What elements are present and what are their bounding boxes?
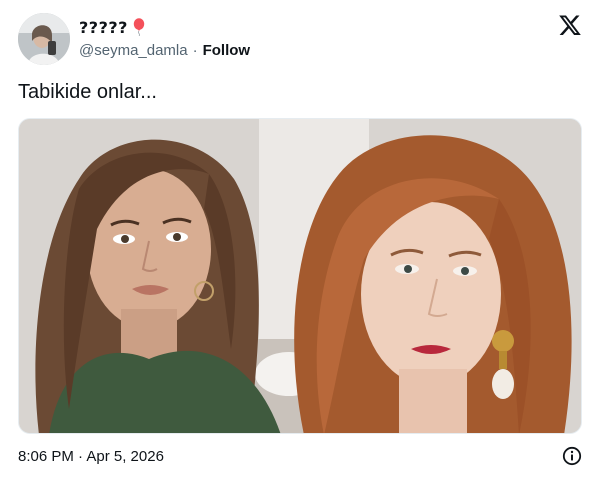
follow-button[interactable]: Follow: [203, 42, 251, 59]
handle-row: @seyma_damla · Follow: [79, 39, 250, 61]
x-logo-icon[interactable]: [558, 13, 582, 37]
balloon-icon: [133, 18, 145, 37]
avatar[interactable]: [18, 13, 70, 65]
user-handle[interactable]: @seyma_damla: [79, 42, 188, 59]
timestamp[interactable]: 8:06 PM · Apr 5, 2026: [18, 448, 164, 465]
tweet-photo[interactable]: [18, 118, 582, 434]
separator-dot: ·: [192, 41, 198, 59]
tweet-embed: ????? @seyma_damla · Follow Tabikide onl…: [0, 0, 600, 485]
info-icon[interactable]: [562, 446, 582, 466]
tweet-text: Tabikide onlar...: [18, 81, 157, 103]
tweet-footer: 8:06 PM · Apr 5, 2026: [18, 446, 582, 466]
user-info: ????? @seyma_damla · Follow: [79, 16, 250, 61]
tweet-header: ????? @seyma_damla · Follow: [18, 13, 582, 65]
display-name-row: ?????: [79, 16, 250, 38]
display-name[interactable]: ?????: [79, 18, 128, 37]
